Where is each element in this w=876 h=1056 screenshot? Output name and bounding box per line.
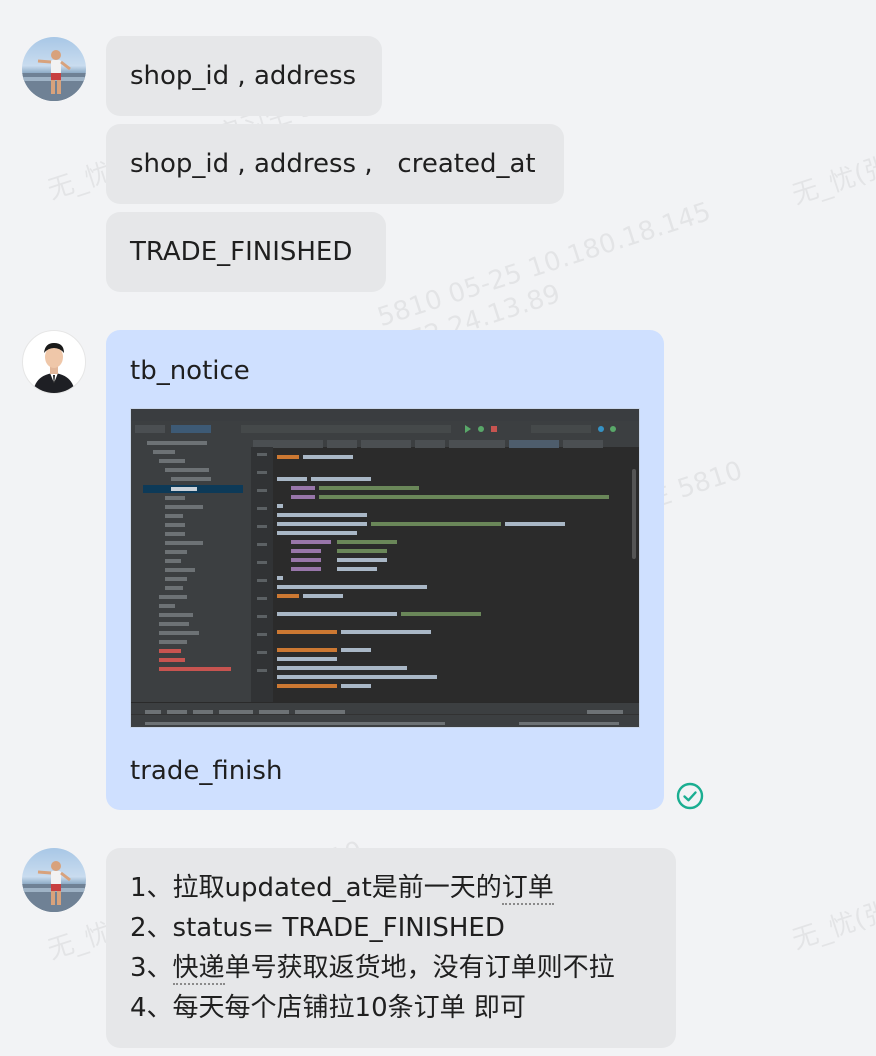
ide-screenshot-image[interactable] xyxy=(130,408,640,728)
keyword-link[interactable]: 订单 xyxy=(501,873,554,905)
ide-status-text xyxy=(145,722,619,725)
message-text: TRADE_FINISHED xyxy=(130,237,353,267)
message-bubble[interactable]: shop_id , address , created_at xyxy=(106,124,564,204)
ide-code-lines xyxy=(277,455,609,688)
ide-scrollbar[interactable] xyxy=(632,469,636,559)
ide-status-bar xyxy=(131,714,639,727)
avatar-photo-icon xyxy=(33,343,75,393)
message-text: 1、拉取updated_at是前一天的 xyxy=(130,873,502,903)
message-text: 4、每天每个店铺拉10条订单 即可 xyxy=(130,993,526,1023)
message-text: trade_finish xyxy=(130,756,283,786)
ide-line-gutter xyxy=(251,447,273,703)
message-line: 1、拉取updated_at是前一天的订单 xyxy=(130,868,652,908)
avatar[interactable] xyxy=(22,330,86,394)
message-text: shop_id , address xyxy=(130,61,357,91)
message-text: 单号获取返货地，没有订单则不拉 xyxy=(224,953,615,983)
message-text: 2、status= TRADE_FINISHED xyxy=(130,913,505,943)
ide-side-toolbar xyxy=(131,435,143,715)
chat-window: 无_忧(张茂凯)_实习生 5810 5810 05-25 10.180.18.1… xyxy=(0,0,876,1056)
ide-toolbar-icons xyxy=(135,425,616,433)
message-bubble[interactable]: TRADE_FINISHED xyxy=(106,212,386,292)
watermark: 无_忧(张 xyxy=(788,895,876,956)
ide-tabs-shapes xyxy=(253,440,603,448)
avatar-photo-icon xyxy=(22,50,86,101)
avatar-photo-icon xyxy=(22,861,86,912)
message-bubble[interactable]: 1、拉取updated_at是前一天的订单 2、status= TRADE_FI… xyxy=(106,848,676,1048)
ide-project-tree xyxy=(143,435,251,703)
message-text: 3、 xyxy=(130,953,173,983)
watermark: 5810 05-25 10.180.18.145 xyxy=(373,196,715,334)
ide-editor-tabs xyxy=(251,435,639,448)
message-bubble[interactable]: shop_id , address xyxy=(106,36,382,116)
message-text: shop_id , address , created_at xyxy=(130,149,536,179)
message-line: 2、status= TRADE_FINISHED xyxy=(130,908,652,948)
message-bubble-image[interactable]: tb_notice trade_finish xyxy=(106,330,664,810)
avatar[interactable] xyxy=(22,848,86,912)
ide-line-numbers xyxy=(257,453,267,672)
message-line: 3、快递单号获取返货地，没有订单则不拉 xyxy=(130,948,652,988)
watermark: 无_忧(张 xyxy=(788,150,876,211)
ide-toolbar xyxy=(131,421,639,436)
ide-tree-lines xyxy=(143,441,251,671)
check-circle-icon xyxy=(676,782,704,810)
ide-code-editor xyxy=(277,451,627,703)
avatar[interactable] xyxy=(22,37,86,101)
ide-titlebar xyxy=(131,409,639,421)
message-line: 4、每天每个店铺拉10条订单 即可 xyxy=(130,988,652,1028)
keyword-link[interactable]: 快递 xyxy=(172,953,225,985)
message-text: tb_notice xyxy=(130,356,250,386)
